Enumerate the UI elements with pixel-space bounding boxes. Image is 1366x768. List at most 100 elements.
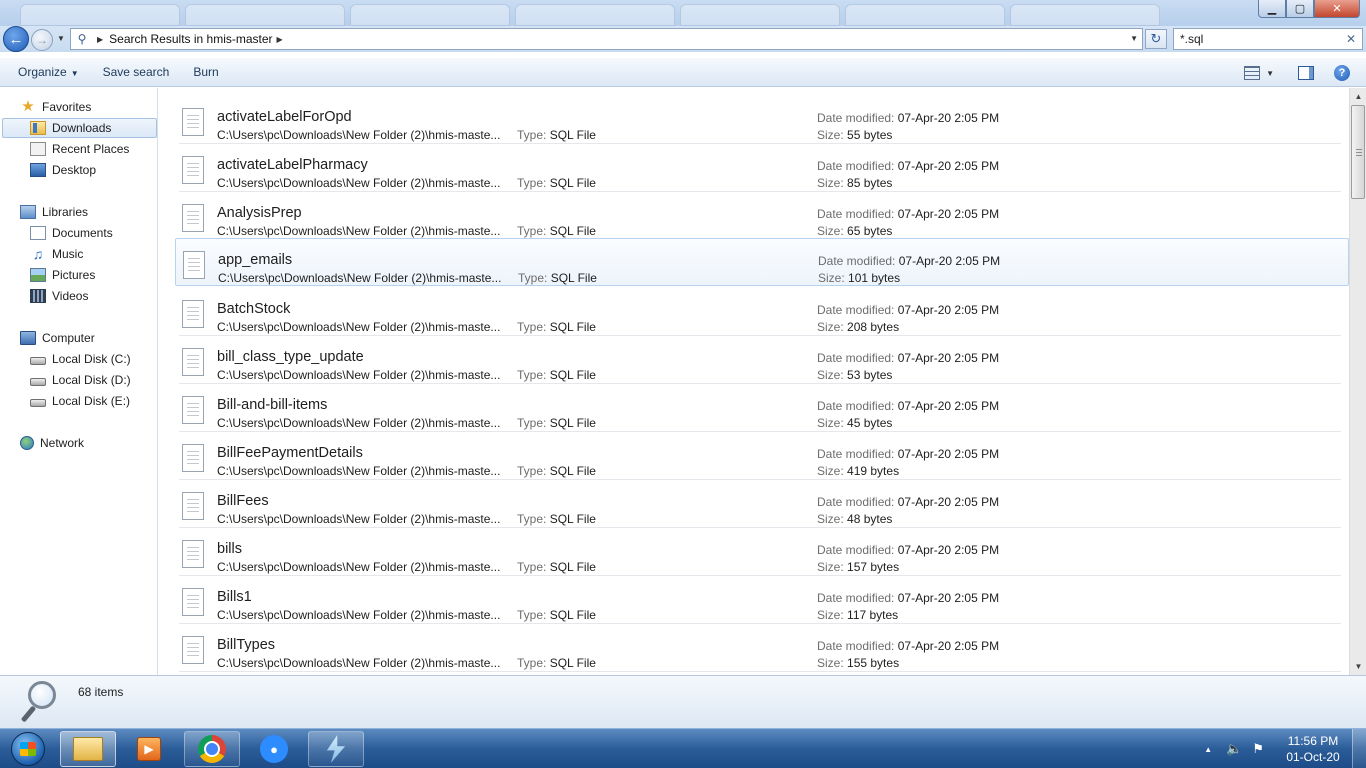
file-size-value: 53 bytes (847, 368, 893, 382)
result-row-hovered[interactable]: app_emails C:\Users\pc\Downloads\New Fol… (175, 238, 1349, 286)
breadcrumb[interactable]: Search Results in hmis-master (109, 32, 272, 46)
taskbar-media-player[interactable]: ▶ (121, 731, 177, 767)
file-date: Date modified: 07-Apr-20 2:05 PM (817, 399, 999, 413)
change-view-icon[interactable] (1244, 66, 1261, 80)
result-row[interactable]: BillTypes C:\Users\pc\Downloads\New Fold… (179, 624, 1341, 672)
start-button[interactable] (4, 729, 52, 768)
file-date-value: 07-Apr-20 2:05 PM (897, 399, 1000, 413)
file-type: Type: SQL File (517, 176, 596, 190)
taskbar-chrome[interactable] (184, 731, 240, 767)
file-name[interactable]: bills (217, 541, 242, 557)
burn-button[interactable]: Burn (193, 65, 218, 79)
scroll-up-button[interactable]: ▲ (1350, 88, 1366, 105)
clock[interactable]: 11:56 PM 01-Oct-20 (1274, 733, 1352, 765)
nav-network[interactable]: Network (20, 433, 84, 453)
recent-pages-dropdown[interactable]: ▼ (57, 34, 65, 43)
nav-videos[interactable]: Videos (30, 286, 88, 306)
file-name[interactable]: BillTypes (217, 637, 275, 653)
preview-pane-icon[interactable] (1298, 66, 1314, 80)
windows-logo-icon (20, 742, 36, 756)
pictures-icon (30, 268, 46, 282)
address-dropdown-icon[interactable]: ▼ (1130, 34, 1138, 43)
background-tab (350, 4, 510, 26)
view-options-dropdown[interactable]: ▼ (1266, 69, 1274, 78)
result-row[interactable]: activateLabelPharmacy C:\Users\pc\Downlo… (179, 144, 1341, 192)
show-desktop-button[interactable] (1352, 729, 1366, 768)
minimize-button[interactable]: ▁ (1258, 0, 1286, 18)
file-name[interactable]: AnalysisPrep (217, 205, 302, 221)
result-row[interactable]: bill_class_type_update C:\Users\pc\Downl… (179, 336, 1341, 384)
file-path: C:\Users\pc\Downloads\New Folder (2)\hmi… (217, 224, 501, 238)
file-size: Size: 45 bytes (817, 416, 892, 430)
bolt-icon (326, 735, 346, 763)
nav-libraries-label: Libraries (42, 205, 89, 219)
taskbar-bolt-app[interactable] (308, 731, 364, 767)
file-size-value: 419 bytes (847, 464, 900, 478)
file-size-value: 117 bytes (847, 608, 899, 622)
file-name[interactable]: BatchStock (217, 301, 290, 317)
nav-libraries[interactable]: Libraries (20, 202, 88, 222)
refresh-button[interactable]: ↻ (1145, 29, 1167, 49)
result-row[interactable]: bills C:\Users\pc\Downloads\New Folder (… (179, 528, 1341, 576)
breadcrumb-separator-icon[interactable]: ▶ (277, 35, 283, 44)
file-name[interactable]: BillFees (217, 493, 269, 509)
action-center-icon[interactable]: ⚑ (1252, 741, 1264, 757)
nav-desktop[interactable]: Desktop (30, 160, 96, 180)
nav-local-disk-e[interactable]: Local Disk (E:) (30, 391, 130, 411)
organize-button[interactable]: Organize ▼ (18, 65, 79, 79)
file-name[interactable]: bill_class_type_update (217, 349, 364, 365)
back-button[interactable]: ← (3, 26, 29, 52)
result-row[interactable]: BillFees C:\Users\pc\Downloads\New Folde… (179, 480, 1341, 528)
result-row[interactable]: AnalysisPrep C:\Users\pc\Downloads\New F… (179, 192, 1341, 240)
file-name[interactable]: app_emails (218, 252, 292, 268)
window-title-bar: ▁ ▢ ✕ (0, 0, 1366, 26)
maximize-button[interactable]: ▢ (1286, 0, 1314, 18)
nav-documents[interactable]: Documents (30, 223, 113, 243)
nav-local-disk-d[interactable]: Local Disk (D:) (30, 370, 131, 390)
file-size: Size: 48 bytes (817, 512, 892, 526)
file-name[interactable]: activateLabelPharmacy (217, 157, 368, 173)
disk-icon (30, 399, 46, 407)
taskbar-explorer[interactable] (60, 731, 116, 767)
help-button[interactable]: ? (1334, 65, 1350, 81)
address-bar[interactable]: ⚲ ▶ Search Results in hmis-master ▶ ▼ (70, 28, 1143, 50)
vertical-scrollbar[interactable]: ▲ ▼ (1349, 88, 1366, 675)
volume-icon[interactable]: 🔈 (1226, 741, 1242, 757)
result-row[interactable]: activateLabelForOpd C:\Users\pc\Download… (179, 96, 1341, 144)
scrollbar-thumb[interactable] (1351, 105, 1365, 199)
save-search-button[interactable]: Save search (103, 65, 170, 79)
breadcrumb-separator-icon[interactable]: ▶ (97, 35, 103, 44)
date-label: Date modified: (817, 351, 895, 365)
file-path: C:\Users\pc\Downloads\New Folder (2)\hmi… (217, 656, 501, 670)
scroll-down-button[interactable]: ▼ (1350, 658, 1366, 675)
clear-search-icon[interactable]: ✕ (1346, 32, 1356, 46)
details-pane: 68 items (0, 675, 1366, 728)
file-name[interactable]: Bill-and-bill-items (217, 397, 327, 413)
nav-pictures[interactable]: Pictures (30, 265, 95, 285)
result-row[interactable]: Bills1 C:\Users\pc\Downloads\New Folder … (179, 576, 1341, 624)
file-name[interactable]: BillFeePaymentDetails (217, 445, 363, 461)
forward-button[interactable]: → (31, 29, 53, 51)
date-label: Date modified: (817, 399, 895, 413)
background-tab (515, 4, 675, 26)
taskbar: ▶ ● ▲ 🔈 ⚑ 11:56 PM 01-Oct-20 (0, 728, 1366, 768)
close-button[interactable]: ✕ (1314, 0, 1360, 18)
nav-computer[interactable]: Computer (20, 328, 95, 348)
file-name[interactable]: Bills1 (217, 589, 252, 605)
result-row[interactable]: BillFeePaymentDetails C:\Users\pc\Downlo… (179, 432, 1341, 480)
result-row[interactable]: Bill-and-bill-items C:\Users\pc\Download… (179, 384, 1341, 432)
nav-downloads[interactable]: Downloads (2, 118, 157, 138)
taskbar-zoom[interactable]: ● (246, 731, 302, 767)
show-hidden-icons-icon[interactable]: ▲ (1204, 745, 1212, 754)
nav-favorites[interactable]: ★ Favorites (20, 97, 91, 117)
size-label: Size: (817, 416, 844, 430)
result-row[interactable]: BatchStock C:\Users\pc\Downloads\New Fol… (179, 288, 1341, 336)
search-input[interactable]: *.sql ✕ (1173, 28, 1363, 50)
file-size-value: 85 bytes (847, 176, 893, 190)
nav-music[interactable]: ♫ Music (30, 244, 84, 264)
nav-recent-places[interactable]: Recent Places (30, 139, 129, 159)
file-type-value: SQL File (549, 368, 596, 382)
search-query[interactable]: *.sql (1180, 32, 1203, 46)
nav-local-disk-c[interactable]: Local Disk (C:) (30, 349, 131, 369)
file-name[interactable]: activateLabelForOpd (217, 109, 352, 125)
